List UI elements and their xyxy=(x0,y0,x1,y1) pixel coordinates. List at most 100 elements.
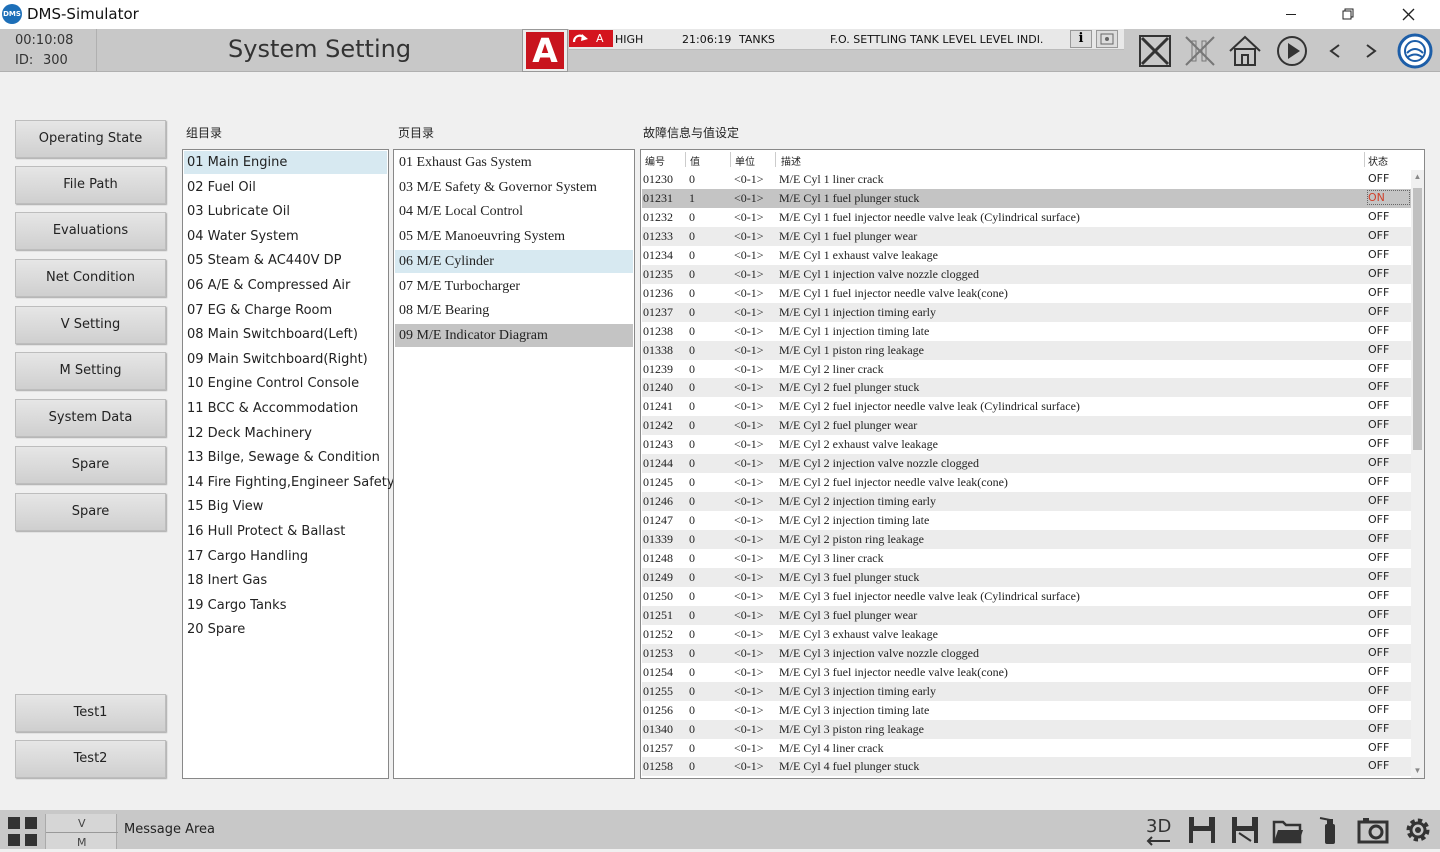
fault-value[interactable]: 0 xyxy=(689,210,695,225)
fault-value[interactable]: 0 xyxy=(689,399,695,414)
table-row[interactable]: 01256 0 <0-1> M/E Cyl 3 injection timing la… xyxy=(642,701,1412,720)
table-row[interactable]: 01241 0 <0-1> M/E Cyl 2 fuel injector needl… xyxy=(642,397,1412,416)
fault-value[interactable]: 0 xyxy=(689,646,695,661)
table-row[interactable]: 01257 0 <0-1> M/E Cyl 4 liner crack OFF xyxy=(642,739,1412,758)
fault-value[interactable]: 0 xyxy=(689,665,695,680)
fault-value[interactable]: 0 xyxy=(689,589,695,604)
save-as-button[interactable] xyxy=(1229,814,1261,846)
fault-value[interactable]: 0 xyxy=(689,267,695,282)
fault-value[interactable]: 0 xyxy=(689,248,695,263)
close-button[interactable] xyxy=(1386,0,1432,29)
page-item[interactable]: 08 M/E Bearing xyxy=(395,299,633,322)
group-item[interactable]: 13 Bilge, Sewage & Condition xyxy=(184,446,387,469)
app-grid-button[interactable] xyxy=(8,817,38,847)
page-item[interactable]: 07 M/E Turbocharger xyxy=(395,275,633,298)
table-row[interactable]: 01231 1 <0-1> M/E Cyl 1 fuel plunger stuck O… xyxy=(642,188,1412,208)
fault-value[interactable]: 0 xyxy=(689,437,695,452)
table-row[interactable]: 01338 0 <0-1> M/E Cyl 1 piston ring leakage… xyxy=(642,340,1412,360)
fault-value[interactable]: 0 xyxy=(689,343,695,358)
scroll-thumb[interactable] xyxy=(1413,188,1422,450)
table-row[interactable]: 01240 0 <0-1> M/E Cyl 2 fuel plunger stuck O… xyxy=(642,378,1412,398)
v-setting-button[interactable]: V Setting xyxy=(15,306,166,344)
fault-value[interactable]: 0 xyxy=(689,475,695,490)
page-item[interactable]: 04 M/E Local Control xyxy=(395,200,633,223)
group-item[interactable]: 07 EG & Charge Room xyxy=(184,299,387,322)
home-button[interactable] xyxy=(1227,33,1263,69)
table-row[interactable]: 01250 0 <0-1> M/E Cyl 3 fuel injector needl… xyxy=(642,587,1412,606)
group-item[interactable]: 11 BCC & Accommodation xyxy=(184,397,387,420)
table-row[interactable]: 01233 0 <0-1> M/E Cyl 1 fuel plunger wear OF… xyxy=(642,226,1412,246)
group-item[interactable]: 09 Main Switchboard(Right) xyxy=(184,348,387,371)
fault-value[interactable]: 1 xyxy=(689,191,695,206)
group-item[interactable]: 18 Inert Gas xyxy=(184,569,387,592)
fault-value[interactable]: 0 xyxy=(689,722,695,737)
page-item[interactable]: 09 M/E Indicator Diagram xyxy=(395,323,633,347)
table-row[interactable]: 01243 0 <0-1> M/E Cyl 2 exhaust valve leaka… xyxy=(642,435,1412,454)
group-item[interactable]: 15 Big View xyxy=(184,495,387,518)
table-row[interactable]: 01253 0 <0-1> M/E Cyl 3 injection valve noz… xyxy=(642,643,1412,663)
group-item[interactable]: 03 Lubricate Oil xyxy=(184,200,387,223)
table-row[interactable]: 01236 0 <0-1> M/E Cyl 1 fuel injector needl… xyxy=(642,284,1412,303)
system-data-button[interactable]: System Data xyxy=(15,399,166,437)
fault-value[interactable]: 0 xyxy=(689,684,695,699)
minimize-button[interactable] xyxy=(1268,0,1314,29)
fault-value[interactable]: 0 xyxy=(689,494,695,509)
table-row[interactable]: 01339 0 <0-1> M/E Cyl 2 piston ring leakage… xyxy=(642,530,1412,550)
group-item[interactable]: 16 Hull Protect & Ballast xyxy=(184,520,387,543)
table-row[interactable]: 01238 0 <0-1> M/E Cyl 1 injection timing la… xyxy=(642,322,1412,341)
mute-button[interactable] xyxy=(1182,33,1218,69)
page-item[interactable]: 05 M/E Manoeuvring System xyxy=(395,225,633,248)
group-item[interactable]: 06 A/E & Compressed Air xyxy=(184,274,387,297)
fault-value[interactable]: 0 xyxy=(689,759,695,774)
table-row[interactable]: 01255 0 <0-1> M/E Cyl 3 injection timing ea… xyxy=(642,681,1412,701)
table-row[interactable]: 01258 0 <0-1> M/E Cyl 4 fuel plunger stuck O… xyxy=(642,757,1412,777)
table-row[interactable]: 01244 0 <0-1> M/E Cyl 2 injection valve noz… xyxy=(642,454,1412,474)
fault-value[interactable]: 0 xyxy=(689,627,695,642)
fault-value[interactable]: 0 xyxy=(689,570,695,585)
table-row[interactable]: 01232 0 <0-1> M/E Cyl 1 fuel injector needl… xyxy=(642,208,1412,227)
fault-value[interactable]: 0 xyxy=(689,229,695,244)
fault-value[interactable]: 0 xyxy=(689,324,695,339)
table-row[interactable]: 01230 0 <0-1> M/E Cyl 1 liner crack OFF xyxy=(642,170,1412,189)
fault-value[interactable]: 0 xyxy=(689,380,695,395)
alarm-bar[interactable]: A HIGH 21:06:19 TANKS F.O. SETTLING TANK… xyxy=(569,29,1124,50)
net-condition-button[interactable]: Net Condition xyxy=(15,259,166,297)
table-row[interactable]: 01245 0 <0-1> M/E Cyl 2 fuel injector needl… xyxy=(642,473,1412,492)
group-item[interactable]: 05 Steam & AC440V DP xyxy=(184,249,387,272)
open-folder-button[interactable] xyxy=(1272,814,1304,846)
fault-value[interactable]: 0 xyxy=(689,513,695,528)
play-button[interactable] xyxy=(1274,33,1310,69)
test1-button[interactable]: Test1 xyxy=(15,694,166,732)
spare-button-2[interactable]: Spare xyxy=(15,493,166,531)
fault-value[interactable]: 0 xyxy=(689,551,695,566)
operating-state-button[interactable]: Operating State xyxy=(15,120,166,158)
fault-value[interactable]: 0 xyxy=(689,608,695,623)
group-item[interactable]: 19 Cargo Tanks xyxy=(184,594,387,617)
group-item[interactable]: 20 Spare xyxy=(184,618,387,641)
fault-value[interactable]: 0 xyxy=(689,741,695,756)
table-row[interactable]: 01252 0 <0-1> M/E Cyl 3 exhaust valve leaka… xyxy=(642,625,1412,644)
scroll-up-icon[interactable]: ▲ xyxy=(1413,172,1422,182)
group-item[interactable]: 14 Fire Fighting,Engineer Safety xyxy=(184,471,395,494)
3d-view-button[interactable]: 3D xyxy=(1144,814,1176,846)
previous-button[interactable] xyxy=(1318,33,1354,69)
table-scrollbar[interactable]: ▲ ▼ xyxy=(1411,170,1424,778)
group-item[interactable]: 12 Deck Machinery xyxy=(184,422,387,445)
table-row[interactable]: 01237 0 <0-1> M/E Cyl 1 injection timing ea… xyxy=(642,302,1412,322)
page-item[interactable]: 03 M/E Safety & Governor System xyxy=(395,176,633,199)
evaluations-button[interactable]: Evaluations xyxy=(15,212,166,250)
table-row[interactable]: 01242 0 <0-1> M/E Cyl 2 fuel plunger wear OF… xyxy=(642,416,1412,436)
test2-button[interactable]: Test2 xyxy=(15,740,166,778)
alarm-button[interactable]: A xyxy=(522,29,568,72)
table-row[interactable]: 01248 0 <0-1> M/E Cyl 3 liner crack OFF xyxy=(642,549,1412,568)
table-row[interactable]: 01254 0 <0-1> M/E Cyl 3 fuel injector needl… xyxy=(642,663,1412,682)
settings-button[interactable] xyxy=(1402,814,1434,846)
table-row[interactable]: 01239 0 <0-1> M/E Cyl 2 liner crack OFF xyxy=(642,360,1412,379)
table-row[interactable]: 01251 0 <0-1> M/E Cyl 3 fuel plunger wear OF… xyxy=(642,605,1412,625)
table-row[interactable]: 01234 0 <0-1> M/E Cyl 1 exhaust valve leaka… xyxy=(642,246,1412,265)
table-row[interactable]: 01249 0 <0-1> M/E Cyl 3 fuel plunger stuck O… xyxy=(642,567,1412,587)
group-item[interactable]: 17 Cargo Handling xyxy=(184,545,387,568)
fault-value[interactable]: 0 xyxy=(689,305,695,320)
fullscreen-button[interactable] xyxy=(1137,33,1173,69)
fault-value[interactable]: 0 xyxy=(689,286,695,301)
